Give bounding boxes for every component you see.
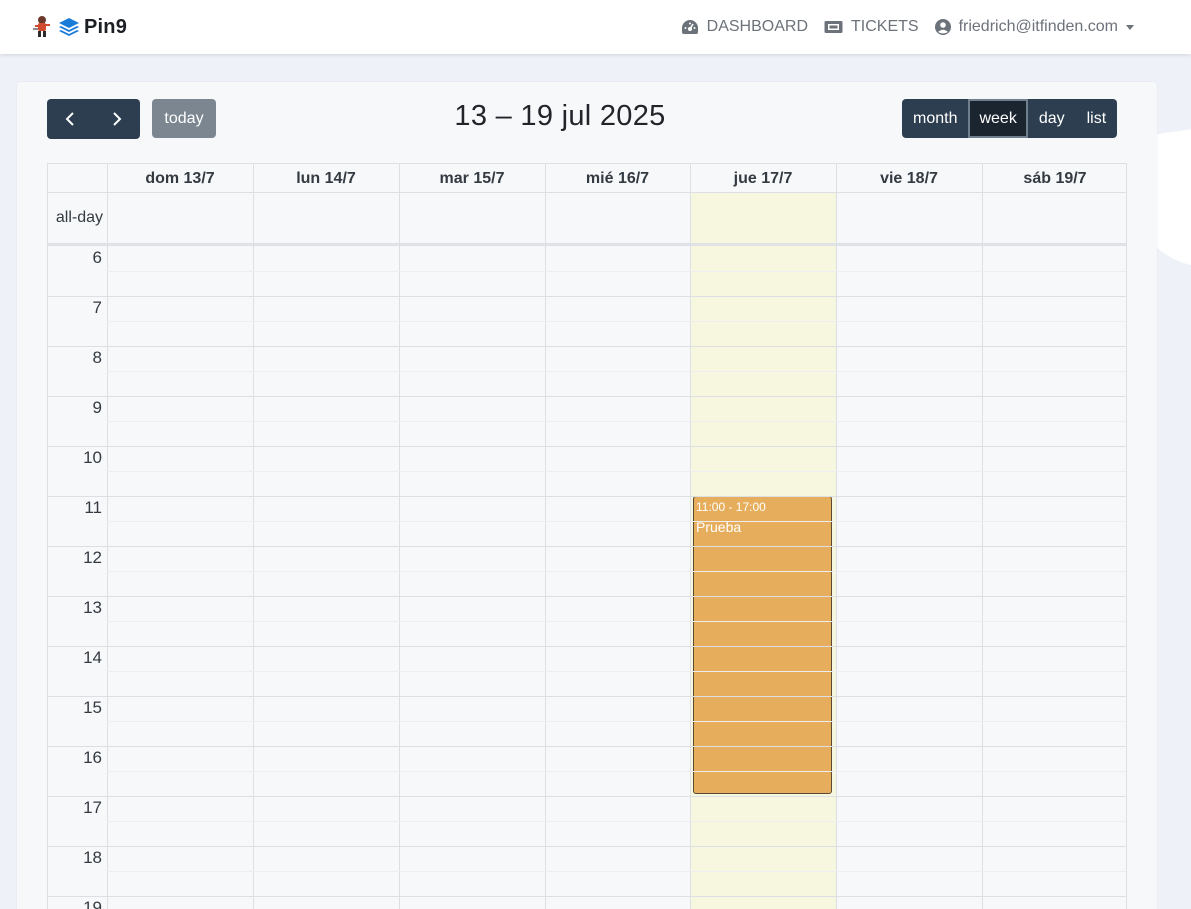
hour-line xyxy=(48,496,1126,497)
column-line xyxy=(690,164,691,909)
hour-label: 19 xyxy=(83,898,102,909)
hour-label: 17 xyxy=(83,798,102,817)
week-grid: dom 13/7 lun 14/7 mar 15/7 mié 16/7 jue 17/7… xyxy=(47,163,1127,909)
half-hour-line xyxy=(107,621,1126,622)
hour-line xyxy=(48,896,1126,897)
mascot-logo-icon xyxy=(33,16,50,37)
half-hour-line xyxy=(107,771,1126,772)
column-line xyxy=(399,164,400,909)
chevron-left-icon xyxy=(65,112,74,126)
hour-line xyxy=(48,746,1126,747)
user-email: friedrich@itfinden.com xyxy=(958,18,1118,35)
view-day-button[interactable]: day xyxy=(1027,99,1076,138)
half-hour-line xyxy=(107,421,1126,422)
hour-label: 9 xyxy=(92,398,102,417)
hour-line xyxy=(48,846,1126,847)
column-line xyxy=(982,164,983,909)
column-line xyxy=(545,164,546,909)
hour-line xyxy=(48,796,1126,797)
hour-line xyxy=(48,346,1126,347)
hour-label: 15 xyxy=(83,698,102,717)
nav-tickets-link[interactable]: TICKETS xyxy=(824,18,919,36)
day-header[interactable]: mié 16/7 xyxy=(545,164,690,193)
brand[interactable]: Pin9 xyxy=(31,15,127,39)
hour-label: 18 xyxy=(83,848,102,867)
user-menu-dropdown[interactable]: friedrich@itfinden.com xyxy=(934,18,1134,36)
half-hour-line xyxy=(107,671,1126,672)
hour-line xyxy=(48,596,1126,597)
view-month-button[interactable]: month xyxy=(902,99,969,138)
layers-logo-icon xyxy=(59,18,79,36)
next-button[interactable] xyxy=(93,99,140,139)
column-line xyxy=(253,164,254,909)
half-hour-line xyxy=(107,321,1126,322)
chevron-right-icon xyxy=(113,112,122,126)
calendar-event[interactable]: 11:00 - 17:00 Prueba xyxy=(693,496,832,794)
hour-label: 8 xyxy=(92,348,102,367)
allday-label: all-day xyxy=(55,209,103,226)
hour-label: 6 xyxy=(92,248,102,267)
half-hour-line xyxy=(107,721,1126,722)
hour-label: 7 xyxy=(92,298,102,317)
day-header[interactable]: dom 13/7 xyxy=(107,164,253,193)
half-hour-line xyxy=(107,521,1126,522)
nav-dashboard-label: DASHBOARD xyxy=(706,18,809,35)
event-time: 11:00 - 17:00 xyxy=(696,500,766,514)
hour-label: 11 xyxy=(84,498,102,517)
half-hour-line xyxy=(107,271,1126,272)
half-hour-line xyxy=(107,571,1126,572)
day-header[interactable]: mar 15/7 xyxy=(399,164,545,193)
hour-label: 16 xyxy=(83,748,102,767)
brand-name: Pin9 xyxy=(84,15,128,38)
day-header[interactable]: sáb 19/7 xyxy=(982,164,1126,193)
prev-next-group xyxy=(47,99,140,139)
nav-dashboard-link[interactable]: DASHBOARD xyxy=(681,18,808,36)
caret-down-icon xyxy=(1126,24,1134,30)
ticket-icon xyxy=(824,21,843,33)
hour-line xyxy=(48,296,1126,297)
day-header-row: dom 13/7 lun 14/7 mar 15/7 mié 16/7 jue 17/7… xyxy=(48,164,1126,193)
top-navbar: Pin9 DASHBOARD TICKETS friedrich@itfinde… xyxy=(0,0,1191,54)
hour-line xyxy=(48,696,1126,697)
hour-label: 10 xyxy=(83,448,102,467)
view-list-button[interactable]: list xyxy=(1075,99,1118,138)
hour-label: 13 xyxy=(83,598,102,617)
hour-label: 12 xyxy=(83,548,102,567)
day-header[interactable]: vie 18/7 xyxy=(836,164,982,193)
nav-links: DASHBOARD TICKETS friedrich@itfinden.com xyxy=(665,18,1134,36)
hour-line xyxy=(48,646,1126,647)
half-hour-line xyxy=(107,821,1126,822)
hour-line xyxy=(48,546,1126,547)
view-switcher: month week day list xyxy=(902,99,1118,138)
user-circle-icon xyxy=(934,19,951,35)
hour-line xyxy=(48,446,1126,447)
prev-button[interactable] xyxy=(47,99,94,139)
nav-tickets-label: TICKETS xyxy=(851,18,919,35)
half-hour-line xyxy=(107,871,1126,872)
hour-line xyxy=(48,396,1126,397)
calendar-title: 13 – 19 jul 2025 xyxy=(454,100,666,132)
column-line xyxy=(836,164,837,909)
half-hour-line xyxy=(107,471,1126,472)
allday-divider xyxy=(48,243,1126,246)
day-header[interactable]: jue 17/7 xyxy=(690,164,836,193)
column-line xyxy=(107,164,108,909)
view-week-button[interactable]: week xyxy=(968,99,1028,138)
dashboard-gauge-icon xyxy=(681,20,698,34)
day-header[interactable]: lun 14/7 xyxy=(253,164,399,193)
hour-label: 14 xyxy=(83,648,102,667)
half-hour-line xyxy=(107,371,1126,372)
today-button[interactable]: today xyxy=(152,99,216,138)
